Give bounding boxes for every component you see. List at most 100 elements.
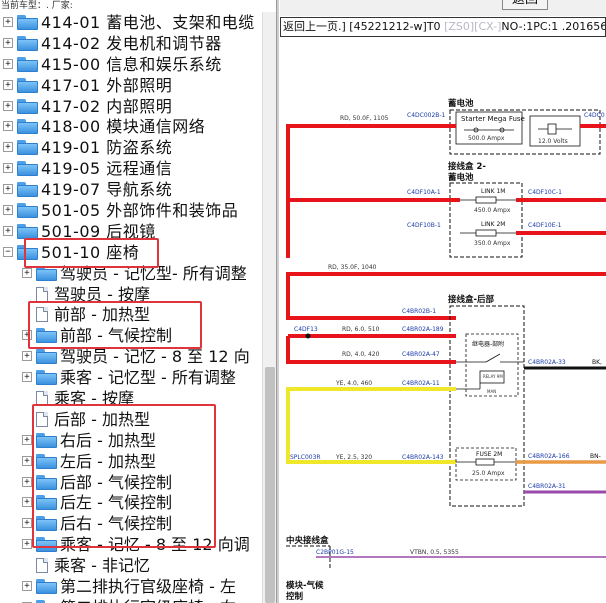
expand-icon[interactable]: + xyxy=(3,58,13,69)
expand-icon[interactable]: + xyxy=(22,455,32,466)
expand-icon[interactable]: + xyxy=(22,351,32,362)
collapse-icon[interactable]: − xyxy=(3,246,13,257)
tree-item[interactable]: + 第二排执行官级座椅 - 左 xyxy=(0,576,262,597)
tree-item[interactable]: +第二排执行官级座椅 - 右 xyxy=(0,597,262,603)
scrollbar-thumb[interactable] xyxy=(265,367,275,603)
tree-item-419-07[interactable]: +419-07 导航系统 xyxy=(0,179,262,200)
expand-icon[interactable]: + xyxy=(3,205,13,216)
expand-icon[interactable]: + xyxy=(3,100,13,111)
tree-item-name: 模块通信网络 xyxy=(106,117,206,137)
folder-icon xyxy=(17,182,38,198)
document-icon xyxy=(36,558,48,574)
expand-icon[interactable]: + xyxy=(3,121,13,132)
battery-title: 蓄电池 xyxy=(448,98,474,109)
tree-item-name: 发电机和调节器 xyxy=(106,33,222,53)
tree-item-415-00[interactable]: +415-00 信息和娱乐系统 xyxy=(0,54,262,75)
tree-item-419-05[interactable]: +419-05 远程通信 xyxy=(0,158,262,179)
junction2-title-a: 接线盒 2- xyxy=(448,161,486,172)
document-path-bar: 返回上一页.] [45221212-w]T0 [ZS0][CX-]NO-:1PC… xyxy=(280,17,606,37)
tree-item-name: 外部饰件和装饰品 xyxy=(106,201,239,221)
conn-c4br02b: C4BR02B-1 xyxy=(402,308,436,315)
tree-item-code: 417-01 xyxy=(41,75,101,95)
back-button[interactable]: 返回 xyxy=(502,0,548,10)
tree-scrollbar[interactable] xyxy=(262,12,276,603)
expand-icon[interactable]: + xyxy=(22,497,32,508)
tree-item-name: 信息和娱乐系统 xyxy=(106,54,222,74)
tree-item-417-01[interactable]: +417-01 外部照明 xyxy=(0,75,262,96)
folder-icon xyxy=(17,223,38,239)
conn-c4df10a: C4DF10A-1 xyxy=(407,189,441,196)
tree-item-418-00[interactable]: +418-00 模块通信网络 xyxy=(0,116,262,137)
expand-icon[interactable]: + xyxy=(22,518,32,529)
back-link[interactable]: 返回上一页.] xyxy=(283,20,346,33)
starter-fuse-label: Starter Mega Fuse xyxy=(461,115,525,123)
tree-item-label: 419-01 防盗系统 xyxy=(41,137,172,158)
relay-sub: RELAY 9M xyxy=(483,374,503,379)
tree-item-code: 417-02 xyxy=(41,96,101,116)
conn-c4df10c: C4DF10C-1 xyxy=(528,189,562,196)
conn-c4br02a11: C4BR02A-11 xyxy=(402,380,440,387)
bottom-title-a: 模块-气候 xyxy=(286,580,324,591)
tree-item-501-05[interactable]: +501-05 外部饰件和装饰品 xyxy=(0,200,262,221)
conn-c4br02a143: C4BR02A-143 xyxy=(402,454,444,461)
tree-item-label: 415-00 信息和娱乐系统 xyxy=(41,54,222,75)
tree-item-414-01[interactable]: +414-01 蓄电池、支架和电缆 xyxy=(0,12,262,33)
tree-item-name: 远程通信 xyxy=(106,159,173,179)
link1-label: LINK 1M xyxy=(481,188,505,195)
expand-icon[interactable]: + xyxy=(3,79,13,90)
conn-c4br02a31: C4BR02A-31 xyxy=(528,483,566,490)
folder-icon xyxy=(17,140,38,156)
tree-item-label: 第二排执行官级座椅 - 右 xyxy=(60,597,236,603)
tree-item-417-02[interactable]: +417-02 内部照明 xyxy=(0,96,262,117)
tree-item-code: 414-01 xyxy=(41,13,101,32)
expand-icon[interactable]: + xyxy=(3,17,13,27)
tree-item-414-02[interactable]: +414-02 发电机和调节器 xyxy=(0,33,262,54)
tree-item[interactable]: + 乘客 - 记忆型 - 所有调整 xyxy=(0,367,262,388)
fuse2-label: FUSE 2M xyxy=(476,451,502,458)
tree-item-label: 乘客 - 记忆型 - 所有调整 xyxy=(60,368,236,388)
tree-item-label: 第二排执行官级座椅 - 左 xyxy=(60,577,236,597)
expand-icon[interactable]: + xyxy=(3,163,13,174)
wiring-diagram: 蓄电池 Starter Mega Fuse 500.0 Ampx 12.0 Vo… xyxy=(286,98,606,602)
tree-item[interactable]: + 驾驶员 - 记忆 - 8 至 12 向 xyxy=(0,346,262,367)
tree-item[interactable]: 乘客 - 非记忆 xyxy=(0,555,262,576)
folder-icon xyxy=(17,203,38,219)
splitter[interactable] xyxy=(276,0,279,603)
tree-item-code: 419-05 xyxy=(41,159,101,179)
folder-icon xyxy=(36,370,57,386)
expand-icon[interactable]: + xyxy=(22,581,32,592)
wire-label-5: YE, 4.0, 460 xyxy=(335,380,372,387)
doc-id: [45221212-w]T0 xyxy=(349,20,441,33)
toolbar: 返回 xyxy=(280,0,606,16)
conn-c4df10e: C4DF10E-1 xyxy=(528,222,562,229)
starter-fuse-amps: 500.0 Ampx xyxy=(468,135,505,142)
expand-icon[interactable]: + xyxy=(22,539,32,550)
splice-dot xyxy=(305,333,311,339)
expand-icon[interactable]: + xyxy=(3,37,13,48)
bottom-title-b: 控制 xyxy=(286,591,304,602)
folder-icon xyxy=(17,98,38,114)
expand-icon[interactable]: + xyxy=(3,142,13,153)
expand-icon[interactable]: + xyxy=(22,372,32,383)
folder-icon xyxy=(17,15,38,30)
tree-item-419-01[interactable]: +419-01 防盗系统 xyxy=(0,137,262,158)
conn-splc003r: SPLC003R xyxy=(290,454,321,461)
diagram-panel: 返回 返回上一页.] [45221212-w]T0 [ZS0][CX-]NO-:… xyxy=(280,0,606,603)
faint-tag-2: [CX-] xyxy=(474,20,502,33)
tree-item-code: 419-01 xyxy=(41,138,101,158)
tree-item-label: 501-05 外部饰件和装饰品 xyxy=(41,200,238,221)
expand-icon[interactable]: + xyxy=(22,434,32,445)
link1-amps: 450.0 Ampx xyxy=(474,207,511,214)
tree-item-code: 415-00 xyxy=(41,54,101,74)
expand-icon[interactable]: + xyxy=(3,184,13,195)
tree-item-code: 414-02 xyxy=(41,33,101,53)
wire-label-3: RD, 6.0, 510 xyxy=(342,326,380,333)
expand-icon[interactable]: + xyxy=(22,476,32,487)
expand-icon[interactable]: + xyxy=(22,267,32,278)
rear-junction-title: 接线盒-后部 xyxy=(448,294,495,305)
tree-item-label: 419-07 导航系统 xyxy=(41,179,172,200)
link2-label: LINK 2M xyxy=(481,221,505,228)
expand-icon[interactable]: + xyxy=(3,225,13,236)
conn-c4br02a166: C4BR02A-166 xyxy=(528,453,570,460)
conn-c2bp01g: C2BP01G-15 xyxy=(316,549,354,556)
